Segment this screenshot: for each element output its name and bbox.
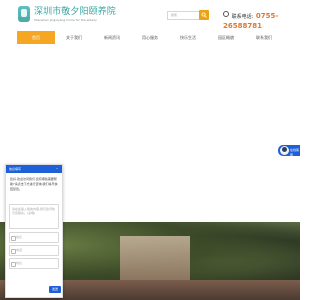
chat-title: 信息填写 <box>9 167 22 171</box>
nav-item-home[interactable]: 首页 <box>17 31 55 44</box>
main-nav: 首页 关于我们 新闻资讯 用心服务 快乐生活 园区概貌 联系我们 <box>17 31 283 44</box>
search-icon <box>201 12 207 18</box>
phone-label: 联系电话: <box>231 14 254 20</box>
name-placeholder: 姓名 <box>16 235 23 239</box>
chat-header: 信息填写 – <box>6 165 62 173</box>
online-service-button[interactable]: 在线客服 <box>278 145 300 157</box>
site-header: 深圳市敬夕阳颐养院 Shenzhen Jingxiyang home for t… <box>0 0 300 30</box>
phone-field[interactable]: 电话 <box>9 245 59 256</box>
search-input[interactable]: 搜索 <box>167 11 200 20</box>
logo-subtitle: Shenzhen Jingxiyang home for the elderly <box>34 18 97 22</box>
online-service-label: 在线客服 <box>290 148 300 157</box>
search-button[interactable] <box>199 10 209 20</box>
search-placeholder: 搜索 <box>171 13 178 17</box>
phone-icon <box>223 11 229 17</box>
logo-name[interactable]: 深圳市敬夕阳颐养院 <box>34 7 116 17</box>
nav-item-news[interactable]: 新闻资讯 <box>93 31 131 44</box>
address-placeholder: 地址 <box>16 261 23 265</box>
message-textarea[interactable]: 请在此输入留言内容,我们会尽快与您联系。(必填) <box>9 204 59 229</box>
chat-message: 您好,欢迎访问我们,您有哪些需要帮助?请点击下方进行咨询,我们将尽快回复您。 <box>10 177 58 191</box>
nav-item-contact[interactable]: 联系我们 <box>245 31 283 44</box>
send-button[interactable]: 发送 <box>49 286 61 293</box>
nav-item-life[interactable]: 快乐生活 <box>169 31 207 44</box>
name-field[interactable]: 姓名 <box>9 232 59 243</box>
message-placeholder: 请在此输入留言内容,我们会尽快与您联系。(必填) <box>12 207 55 215</box>
nav-item-service[interactable]: 用心服务 <box>131 31 169 44</box>
close-icon[interactable]: – <box>56 167 59 171</box>
nav-item-about[interactable]: 关于我们 <box>55 31 93 44</box>
contact-phone: 联系电话: 0755-26588781 <box>223 11 300 30</box>
address-field[interactable]: 地址 <box>9 258 59 269</box>
nav-item-campus[interactable]: 园区概貌 <box>207 31 245 44</box>
phone-placeholder: 电话 <box>16 248 23 252</box>
chat-widget: 信息填写 – 您好,欢迎访问我们,您有哪些需要帮助?请点击下方进行咨询,我们将尽… <box>5 164 63 298</box>
avatar-icon <box>280 146 289 155</box>
logo-icon[interactable] <box>18 6 30 22</box>
